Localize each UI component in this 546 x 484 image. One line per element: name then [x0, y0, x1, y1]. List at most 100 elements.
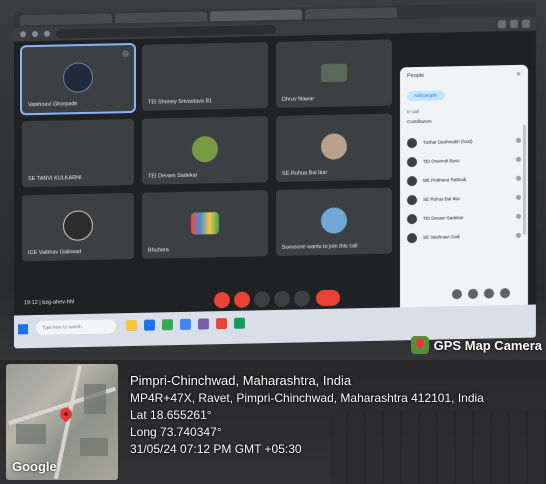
mic-icon — [516, 175, 521, 181]
more-options-button[interactable] — [294, 290, 310, 307]
google-logo: Google — [12, 459, 57, 474]
mic-icon — [516, 156, 521, 162]
mic-icon — [516, 232, 521, 238]
people-panel-title: People — [407, 72, 425, 80]
participant-tile[interactable]: Someone wants to join this call — [276, 187, 392, 256]
forward-icon[interactable] — [32, 30, 38, 38]
scrollbar[interactable] — [523, 124, 526, 235]
place-name: Pimpri-Chinchwad, Maharashtra, India — [130, 373, 352, 388]
app-icon[interactable] — [198, 318, 209, 330]
list-item[interactable]: Tushar Deshmukh (host) — [407, 131, 521, 152]
raise-hand-button[interactable] — [274, 290, 290, 308]
list-item[interactable]: SE Vaishnavi Gaik — [407, 226, 521, 247]
avatar — [63, 210, 93, 241]
latitude: Lat 18.655261° — [130, 408, 212, 422]
leave-call-button[interactable] — [316, 289, 340, 307]
back-icon[interactable] — [20, 31, 26, 38]
people-list: Tushar Deshmukh (host) TEI Oravindi Basu… — [407, 131, 521, 247]
chrome-icon[interactable] — [180, 318, 191, 330]
reload-icon[interactable] — [44, 30, 50, 37]
add-people-button[interactable]: Add people — [407, 90, 445, 102]
brand-name: GPS Map Camera — [433, 337, 542, 353]
windows-start-icon[interactable] — [18, 324, 28, 335]
map-building — [84, 384, 106, 414]
app-icon[interactable] — [234, 317, 245, 329]
camera-off-button[interactable] — [234, 291, 250, 308]
list-item[interactable]: SE Ruhua Bal Ikar — [407, 188, 521, 209]
join-request-text: Someone wants to join this call — [282, 243, 358, 251]
avatar — [407, 232, 417, 243]
browser-tab[interactable] — [115, 11, 207, 24]
file-explorer-icon[interactable] — [126, 319, 137, 332]
in-call-heading: In call — [407, 108, 419, 115]
people-panel: People ✕ Add people In call Contributors… — [400, 64, 528, 314]
chat-icon[interactable] — [484, 288, 494, 299]
mic-icon — [516, 213, 521, 219]
map-thumbnail: Google — [6, 364, 118, 480]
mic-icon — [516, 194, 521, 200]
participant-name: TEI Devam Sadekar — [148, 172, 198, 180]
map-building — [16, 424, 46, 444]
avatar — [63, 62, 93, 93]
browser-tab[interactable] — [20, 13, 112, 26]
extensions — [498, 19, 530, 29]
profile-icon[interactable] — [522, 19, 530, 28]
participant-name: TEI Shoney Srivastava B1 — [148, 98, 213, 106]
address: MP4R+47X, Ravet, Pimpri-Chinchwad, Mahar… — [130, 391, 484, 405]
avatar — [407, 137, 417, 148]
app-icon[interactable] — [216, 318, 227, 330]
avatar — [192, 135, 218, 163]
mic-off-button[interactable] — [214, 291, 230, 309]
pin-icon[interactable] — [122, 50, 129, 58]
person-name: TEI Devam Sadekar — [423, 215, 464, 221]
extension-icon[interactable] — [510, 19, 518, 29]
activities-icon[interactable] — [500, 288, 510, 299]
list-item[interactable]: TEI Devam Sadekar — [407, 207, 521, 228]
people-icon[interactable] — [468, 288, 478, 299]
browser-tab[interactable] — [305, 7, 397, 20]
participant-name: Vaishnavi Ghorpade — [28, 101, 78, 109]
avatar — [407, 156, 417, 167]
participant-tile[interactable]: ICE Vaibhav Gaikwad — [22, 192, 134, 262]
extension-icon[interactable] — [498, 20, 506, 29]
participant-name: Dhruv Nawar — [282, 96, 315, 103]
participant-tile[interactable]: TEI Shoney Srivastava B1 — [142, 42, 268, 111]
avatar — [191, 212, 219, 235]
participant-tile[interactable]: Bhuhara — [142, 190, 268, 259]
participant-name: SE Ruhua Bal Ikar — [282, 169, 328, 177]
gps-brand: GPS Map Camera — [410, 336, 542, 354]
participant-tile[interactable]: SE TANVI KULKARNI — [22, 118, 134, 188]
participant-tile[interactable]: Dhruv Nawar — [276, 39, 392, 108]
person-name: SE Ruhua Bal Ikar — [423, 196, 461, 202]
participant-tile[interactable]: SE Ruhua Bal Ikar — [276, 113, 392, 182]
participant-tile[interactable]: TEI Devam Sadekar — [142, 116, 268, 185]
meeting-info: 19:12 | bzg-ahev-hhl — [24, 299, 75, 307]
list-item[interactable]: TEI Oravindi Basu — [407, 150, 521, 171]
avatar — [321, 207, 347, 234]
info-icon[interactable] — [452, 289, 462, 300]
participant-tile[interactable]: Vaishnavi Ghorpade — [20, 42, 136, 116]
app-icon[interactable] — [162, 319, 173, 331]
avatar — [321, 133, 347, 160]
participant-name: ICE Vaibhav Gaikwad — [28, 249, 82, 257]
captions-button[interactable] — [254, 291, 270, 308]
close-icon[interactable]: ✕ — [516, 71, 521, 78]
laptop-screen: Vaishnavi Ghorpade TEI Shoney Srivastava… — [14, 2, 536, 349]
person-name: SE Vaishnavi Gaik — [423, 234, 460, 240]
timestamp: 31/05/24 07:12 PM GMT +05:30 — [130, 442, 302, 456]
taskbar-search[interactable]: Type here to search — [36, 319, 116, 336]
person-name: TEI Oravindi Basu — [423, 158, 460, 164]
browser-tab-active[interactable] — [210, 9, 302, 22]
gps-map-camera-icon — [410, 336, 429, 354]
mic-icon — [516, 137, 521, 143]
participant-name: Bhuhara — [148, 247, 169, 254]
avatar — [407, 213, 417, 224]
participant-name: SE TANVI KULKARNI — [28, 175, 82, 183]
avatar — [407, 175, 417, 186]
person-name: Tushar Deshmukh (host) — [423, 138, 473, 145]
map-building — [80, 438, 108, 456]
app-icon[interactable] — [144, 319, 155, 331]
list-item[interactable]: ME Prathana Rathodi — [407, 169, 521, 190]
longitude: Long 73.740347° — [130, 425, 222, 439]
contributors-heading[interactable]: Contributors — [407, 117, 521, 125]
